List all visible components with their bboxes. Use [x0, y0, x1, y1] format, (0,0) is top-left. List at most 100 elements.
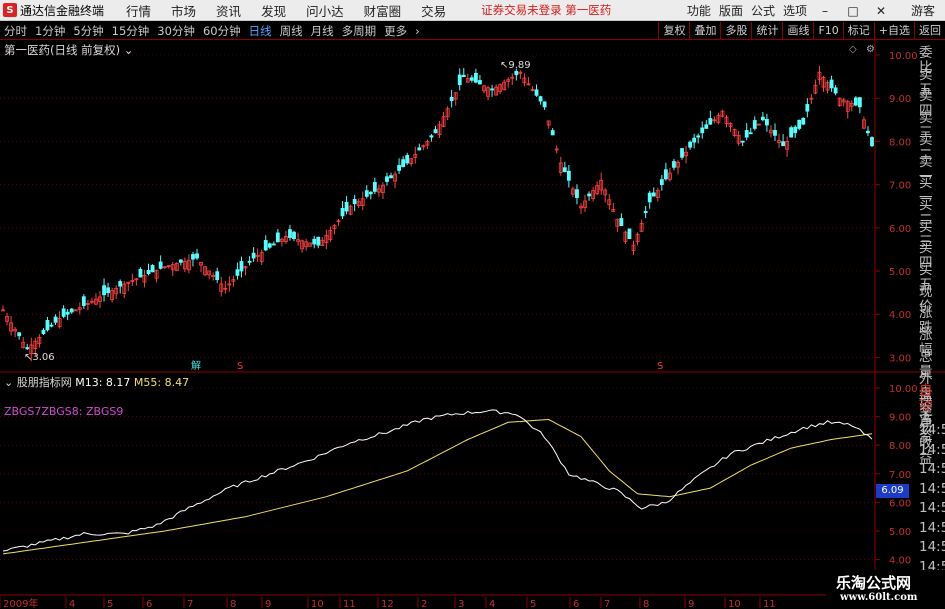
- timeframe-bar: 分时 1分钟 5分钟 15分钟 30分钟 60分钟 日线 周线 月线 多周期 更…: [0, 22, 945, 40]
- tool-multi-stock[interactable]: 多股: [720, 22, 751, 40]
- candle-body: [659, 179, 664, 185]
- menu-function[interactable]: 功能: [687, 2, 711, 19]
- tool-stats[interactable]: 统计: [751, 22, 782, 40]
- menu-quotes[interactable]: 行情: [126, 1, 151, 20]
- candle-body: [288, 229, 292, 238]
- tool-adjust[interactable]: 复权: [658, 22, 689, 40]
- tool-draw[interactable]: 画线: [782, 22, 813, 40]
- tab-15min[interactable]: 15分钟: [108, 23, 154, 39]
- login-notice[interactable]: 证券交易未登录 第一医药: [481, 2, 611, 18]
- minimize-icon[interactable]: –: [815, 4, 835, 18]
- chevron-down-icon[interactable]: ⌄: [4, 376, 13, 389]
- date-tick-label: 11: [763, 599, 776, 609]
- date-tick-label: 8: [230, 599, 236, 609]
- menu-market[interactable]: 市场: [171, 1, 196, 20]
- panel-sub-row[interactable]: 14:56: [919, 462, 945, 477]
- tool-f10[interactable]: F10: [813, 22, 842, 40]
- candle-body: [793, 126, 798, 134]
- candle-body: [158, 261, 163, 269]
- candle-body: [215, 271, 220, 281]
- tab-30min[interactable]: 30分钟: [153, 23, 199, 39]
- candle-body: [672, 161, 676, 168]
- candle-body: [118, 281, 123, 287]
- candle-body: [389, 175, 393, 179]
- tab-daily[interactable]: 日线: [245, 23, 276, 39]
- candle-body: [344, 201, 349, 212]
- candle-body: [575, 189, 579, 198]
- candle-body: [401, 159, 406, 168]
- tab-intraday[interactable]: 分时: [0, 23, 31, 39]
- candle-body: [478, 80, 482, 85]
- tab-60min[interactable]: 60分钟: [199, 23, 245, 39]
- current-value-tag: 6.09: [876, 484, 909, 498]
- candle-body: [235, 269, 240, 276]
- settings-icon[interactable]: ⚙: [866, 44, 875, 55]
- tab-monthly[interactable]: 月线: [307, 23, 338, 39]
- candle-body: [473, 73, 478, 83]
- tab-more[interactable]: 更多: [380, 23, 411, 39]
- candle-body: [146, 270, 151, 274]
- sub-tick-label: 4.00: [889, 556, 911, 567]
- indicator-label: ⌄ 股朋指标网 M13: 8.17 M55: 8.47: [4, 374, 189, 390]
- watermark-title: 乐淘公式网: [836, 574, 912, 592]
- price-tick-label: 8.00: [889, 137, 911, 148]
- candle-body: [797, 119, 802, 129]
- chevron-right-icon[interactable]: ›: [411, 24, 424, 38]
- tab-weekly[interactable]: 周线: [276, 23, 307, 39]
- tab-multi-period[interactable]: 多周期: [338, 23, 381, 39]
- tool-back[interactable]: 返回: [914, 22, 945, 40]
- sub-tick-label: 8.00: [889, 441, 911, 452]
- guest-user[interactable]: 游客: [911, 2, 935, 19]
- candle-body: [760, 116, 765, 121]
- signal-marker: S: [657, 361, 663, 372]
- menu-wealth[interactable]: 财富圈: [364, 1, 402, 20]
- candle-body: [41, 329, 46, 335]
- maximize-icon[interactable]: □: [843, 4, 863, 18]
- sub-tick-label: 6.00: [889, 498, 911, 509]
- candle-body: [81, 296, 86, 306]
- candle-body: [789, 127, 794, 138]
- candle-body: [663, 169, 668, 180]
- panel-sub-row[interactable]: 14:56: [919, 481, 945, 497]
- sub-tick-label: 9.00: [889, 413, 911, 424]
- date-tick-label: 5: [107, 599, 113, 609]
- candle-body: [643, 211, 648, 214]
- tool-add-watchlist[interactable]: +自选: [873, 22, 914, 40]
- menu-ask[interactable]: 问小达: [306, 1, 344, 20]
- sub-tick-label: 10.00: [889, 384, 918, 395]
- tool-mark[interactable]: 标记: [842, 22, 874, 40]
- menu-layout[interactable]: 版面: [719, 2, 743, 19]
- candle-body: [773, 130, 777, 136]
- close-icon[interactable]: ✕: [871, 4, 891, 18]
- date-tick-label: 4: [489, 599, 495, 609]
- candle-body: [102, 285, 106, 296]
- panel-sub-row[interactable]: 14:56: [919, 520, 945, 536]
- panel-sub-row[interactable]: 14:56: [919, 540, 945, 555]
- panel-sub-row[interactable]: 14:56: [919, 501, 945, 516]
- candle-body: [740, 140, 745, 143]
- m13-line: [2, 409, 873, 552]
- price-tick-label: 3.00: [889, 353, 911, 364]
- candle-body: [292, 231, 296, 239]
- candle-body: [372, 182, 377, 192]
- tool-overlay[interactable]: 叠加: [689, 22, 720, 40]
- menu-trade[interactable]: 交易: [421, 1, 446, 20]
- tab-1min[interactable]: 1分钟: [31, 23, 69, 39]
- tab-5min[interactable]: 5分钟: [69, 23, 107, 39]
- chevron-down-icon[interactable]: ⌄: [124, 43, 134, 57]
- menu-discover[interactable]: 发现: [261, 1, 286, 20]
- price-chart[interactable]: 10.00 9.00 8.00 7.00 6.00 5.00 4.00 3.00 10.00 9.…: [0, 40, 945, 609]
- candle-body: [514, 71, 519, 76]
- candle-body: [267, 243, 272, 248]
- menu-formula[interactable]: 公式: [751, 2, 775, 19]
- candle-body: [708, 118, 713, 125]
- diamond-icon[interactable]: ◇: [849, 44, 857, 55]
- candle-body: [271, 243, 276, 246]
- panel-sub-row[interactable]: 14:56: [919, 423, 945, 438]
- panel-sub-row[interactable]: 14:56: [919, 442, 945, 458]
- candle-body: [748, 132, 753, 135]
- menu-options[interactable]: 选项: [783, 2, 807, 19]
- menu-news[interactable]: 资讯: [216, 1, 241, 20]
- candle-body: [651, 192, 656, 197]
- candle-body: [534, 89, 539, 96]
